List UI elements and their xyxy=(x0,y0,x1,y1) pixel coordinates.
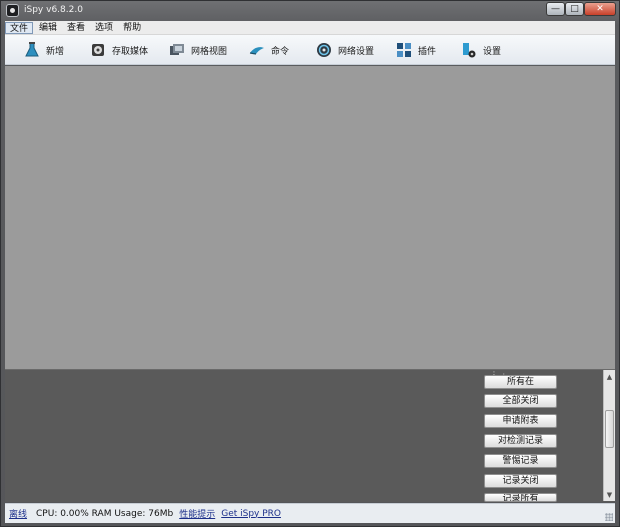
menu-options[interactable]: 选项 xyxy=(91,22,117,34)
menu-view[interactable]: 查看 xyxy=(63,22,89,34)
toolbar-label: 网格视图 xyxy=(191,46,228,57)
status-bar: 离线 CPU: 0.00% RAM Usage: 76Mb 性能提示 Get i… xyxy=(5,503,615,523)
plugins-icon xyxy=(397,43,411,57)
toolbar-label: 命令 xyxy=(271,46,290,57)
app-window: iSpy v6.8.2.0 — □ ✕ 文件 编辑 查看 选项 帮助 新增 存取… xyxy=(0,0,620,527)
action-record-detect-button[interactable]: 对检测记录 xyxy=(484,434,557,448)
toolbar-label: 网络设置 xyxy=(338,46,375,57)
network-settings-icon xyxy=(317,43,331,57)
menu-file[interactable]: 文件 xyxy=(5,21,34,34)
action-all-on-button[interactable]: 所有在 xyxy=(484,375,557,389)
action-close-all-button[interactable]: 全部关闭 xyxy=(484,394,557,408)
title-bar[interactable]: iSpy v6.8.2.0 — □ ✕ xyxy=(1,1,619,21)
toolbar-plugins-button[interactable]: 插件 xyxy=(395,40,436,60)
add-flask-icon xyxy=(25,42,39,57)
media-disk-icon xyxy=(92,44,104,56)
window-title: iSpy v6.8.2.0 xyxy=(24,5,83,15)
scroll-up-arrow-icon[interactable]: ▲ xyxy=(604,371,615,382)
toolbar-grid-view-button[interactable]: 网格视图 xyxy=(168,40,227,60)
action-record-all-button[interactable]: 记录所有 xyxy=(484,493,557,502)
minimize-button[interactable]: — xyxy=(546,2,565,16)
menu-help[interactable]: 帮助 xyxy=(119,22,145,34)
panel-scrollbar[interactable]: ▲ ▼ xyxy=(603,370,615,501)
scroll-down-arrow-icon[interactable]: ▼ xyxy=(604,489,615,500)
menu-bar: 文件 编辑 查看 选项 帮助 xyxy=(5,21,615,35)
resize-grip-icon[interactable] xyxy=(605,513,613,521)
toolbar-media-button[interactable]: 存取媒体 xyxy=(89,40,148,60)
toolbar-label: 插件 xyxy=(418,46,437,57)
get-pro-link[interactable]: Get iSpy PRO xyxy=(221,509,281,519)
toolbar-network-settings-button[interactable]: 网络设置 xyxy=(315,40,374,60)
toolbar: 新增 存取媒体 网格视图 命令 网络设置 插件 设置 xyxy=(5,35,615,65)
toolbar-settings-button[interactable]: 设置 xyxy=(460,40,501,60)
toolbar-label: 新增 xyxy=(46,46,65,57)
performance-tips-link[interactable]: 性能提示 xyxy=(179,507,215,520)
action-alert-record-button[interactable]: 警惕记录 xyxy=(484,454,557,468)
scrollbar-thumb[interactable] xyxy=(605,410,614,448)
cpu-ram-status: CPU: 0.00% RAM Usage: 76Mb xyxy=(36,508,174,519)
settings-icon xyxy=(463,43,476,58)
toolbar-add-button[interactable]: 新增 xyxy=(23,40,64,60)
ispy-app-icon xyxy=(6,4,19,17)
toolbar-label: 设置 xyxy=(483,46,502,57)
toolbar-label: 存取媒体 xyxy=(112,46,149,57)
close-button[interactable]: ✕ xyxy=(584,2,616,16)
maximize-button[interactable]: □ xyxy=(565,2,584,16)
action-record-off-button[interactable]: 记录关闭 xyxy=(484,474,557,488)
menu-edit[interactable]: 编辑 xyxy=(35,22,61,34)
toolbar-command-button[interactable]: 命令 xyxy=(248,40,289,60)
camera-workspace[interactable] xyxy=(5,66,615,369)
offline-link[interactable]: 离线 xyxy=(9,507,27,520)
grid-view-icon xyxy=(170,44,184,55)
action-apply-schedule-button[interactable]: 申请附表 xyxy=(484,414,557,428)
command-icon xyxy=(249,47,264,55)
